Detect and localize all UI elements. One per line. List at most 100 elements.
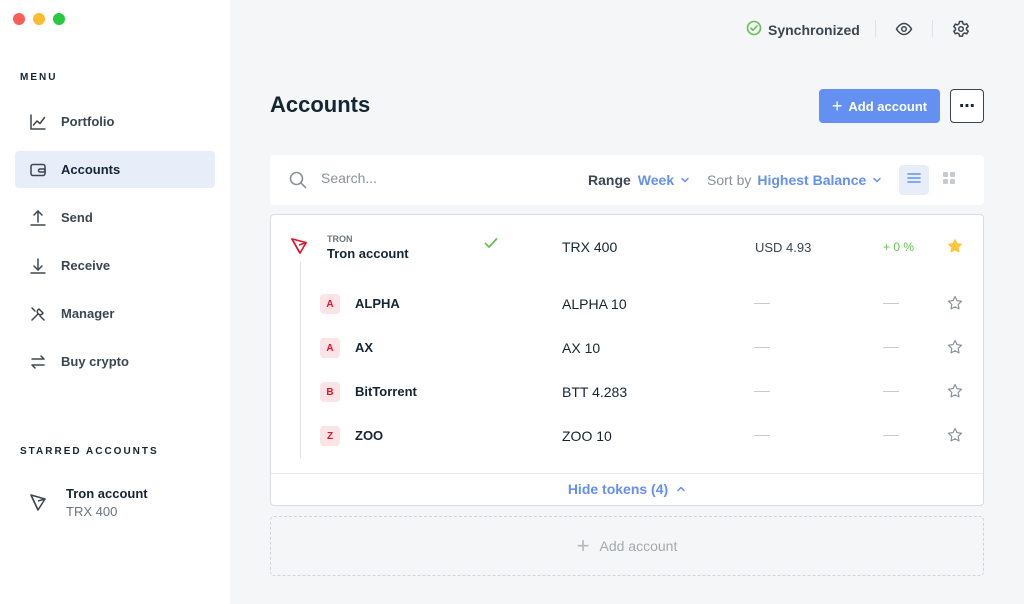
maximize-window-button[interactable] [53, 13, 65, 25]
sidebar-item-buy-crypto[interactable]: Buy crypto [15, 343, 215, 380]
star-filled-icon[interactable] [947, 238, 963, 259]
account-name[interactable]: Tron account [327, 246, 409, 261]
chevron-down-icon [872, 172, 882, 188]
tron-icon [28, 492, 48, 512]
token-name: ALPHA [355, 296, 400, 311]
token-balance: BTT 4.283 [562, 384, 628, 400]
starred-account-name: Tron account [66, 486, 148, 501]
list-view-button[interactable] [899, 165, 929, 195]
topbar-divider [932, 20, 933, 38]
arrow-up-icon [29, 209, 47, 227]
range-label: Range [588, 172, 631, 188]
sidebar-item-label: Portfolio [61, 114, 115, 129]
plus-icon: + [576, 533, 590, 558]
sidebar-item-manager[interactable]: Manager [15, 295, 215, 332]
wallet-icon [29, 161, 47, 179]
star-outline-icon[interactable] [947, 427, 963, 448]
range-dropdown[interactable]: Range Week [588, 172, 690, 188]
token-fiat-empty [754, 391, 770, 392]
token-fiat-empty [754, 303, 770, 304]
token-name: BitTorrent [355, 384, 417, 399]
token-delta-empty [883, 435, 899, 436]
token-row[interactable]: A ALPHA ALPHA 10 [271, 285, 983, 329]
chart-line-icon [29, 113, 47, 131]
add-account-placeholder[interactable]: + Add account [270, 516, 984, 576]
token-delta-empty [883, 303, 899, 304]
token-badge: A [320, 338, 340, 358]
close-window-button[interactable] [13, 13, 25, 25]
sidebar-item-label: Buy crypto [61, 354, 129, 369]
add-account-button[interactable]: + Add account [819, 89, 940, 123]
check-circle-icon [746, 20, 768, 39]
account-card: TRON Tron account TRX 400 USD 4.93 + 0 %… [270, 214, 984, 506]
sidebar-item-label: Send [61, 210, 93, 225]
list-icon [907, 171, 921, 190]
search-icon [289, 171, 307, 194]
token-balance: ALPHA 10 [562, 296, 627, 312]
sidebar-item-label: Accounts [61, 162, 121, 177]
sidebar-item-accounts[interactable]: Accounts [15, 151, 215, 188]
sidebar-item-label: Receive [61, 258, 111, 273]
sidebar-item-receive[interactable]: Receive [15, 247, 215, 284]
sidebar-item-label: Manager [61, 306, 115, 321]
token-fiat-empty [754, 435, 770, 436]
token-badge: B [320, 382, 340, 402]
more-options-button[interactable]: ⋯ [950, 89, 984, 123]
star-outline-icon[interactable] [947, 383, 963, 404]
token-delta-empty [883, 391, 899, 392]
menu-label: MENU [20, 72, 58, 83]
starred-account-balance: TRX 400 [66, 504, 118, 519]
token-row[interactable]: B BitTorrent BTT 4.283 [271, 373, 983, 417]
token-fiat-empty [754, 347, 770, 348]
minimize-window-button[interactable] [33, 13, 45, 25]
eye-icon[interactable] [894, 19, 914, 39]
token-badge: Z [320, 426, 340, 446]
range-value: Week [637, 172, 675, 188]
window-controls [13, 13, 65, 25]
sort-value: Highest Balance [757, 172, 867, 188]
search-input[interactable] [321, 170, 541, 186]
chevron-up-icon [668, 481, 686, 497]
token-name: ZOO [355, 428, 384, 443]
sidebar-nav: Portfolio Accounts Send Receive Manager [15, 103, 215, 391]
filter-bar: Range Week Sort by Highest Balance [270, 155, 984, 205]
token-delta-empty [883, 347, 899, 348]
more-icon: ⋯ [959, 98, 975, 115]
page-title: Accounts [270, 92, 371, 117]
check-icon [483, 235, 499, 256]
hide-tokens-label: Hide tokens (4) [567, 481, 669, 497]
add-account-button-label: Add account [848, 98, 928, 114]
add-account-placeholder-label: Add account [599, 538, 678, 554]
gear-icon[interactable] [951, 19, 971, 39]
sidebar-item-portfolio[interactable]: Portfolio [15, 103, 215, 140]
star-outline-icon[interactable] [947, 339, 963, 360]
sidebar-item-send[interactable]: Send [15, 199, 215, 236]
account-delta: + 0 % [883, 240, 915, 254]
card-divider [271, 473, 983, 474]
tron-icon [290, 236, 309, 260]
topbar-divider [875, 20, 876, 38]
account-fiat-value: USD 4.93 [755, 240, 812, 255]
sync-status-text: Synchronized [768, 21, 860, 38]
sort-dropdown[interactable]: Sort by Highest Balance [707, 172, 882, 188]
chevron-down-icon [680, 172, 690, 188]
tools-icon [29, 305, 47, 323]
star-outline-icon[interactable] [947, 295, 963, 316]
hide-tokens-button[interactable]: Hide tokens (4) [271, 481, 983, 497]
token-balance: AX 10 [562, 340, 601, 356]
starred-accounts-label: STARRED ACCOUNTS [20, 446, 159, 457]
sidebar: MENU Portfolio Accounts Send Receive Man… [0, 0, 230, 604]
grid-view-button[interactable] [934, 165, 964, 195]
token-balance: ZOO 10 [562, 428, 612, 444]
exchange-icon [29, 353, 47, 371]
plus-icon: + [831, 96, 843, 116]
sync-status[interactable]: Synchronized [746, 20, 860, 39]
arrow-down-icon [29, 257, 47, 275]
account-ticker: TRON [327, 234, 353, 244]
token-row[interactable]: Z ZOO ZOO 10 [271, 417, 983, 461]
starred-account-item[interactable]: Tron account TRX 400 [28, 486, 148, 519]
token-badge: A [320, 294, 340, 314]
grid-icon [942, 171, 956, 190]
token-row[interactable]: A AX AX 10 [271, 329, 983, 373]
sort-label: Sort by [707, 172, 752, 188]
